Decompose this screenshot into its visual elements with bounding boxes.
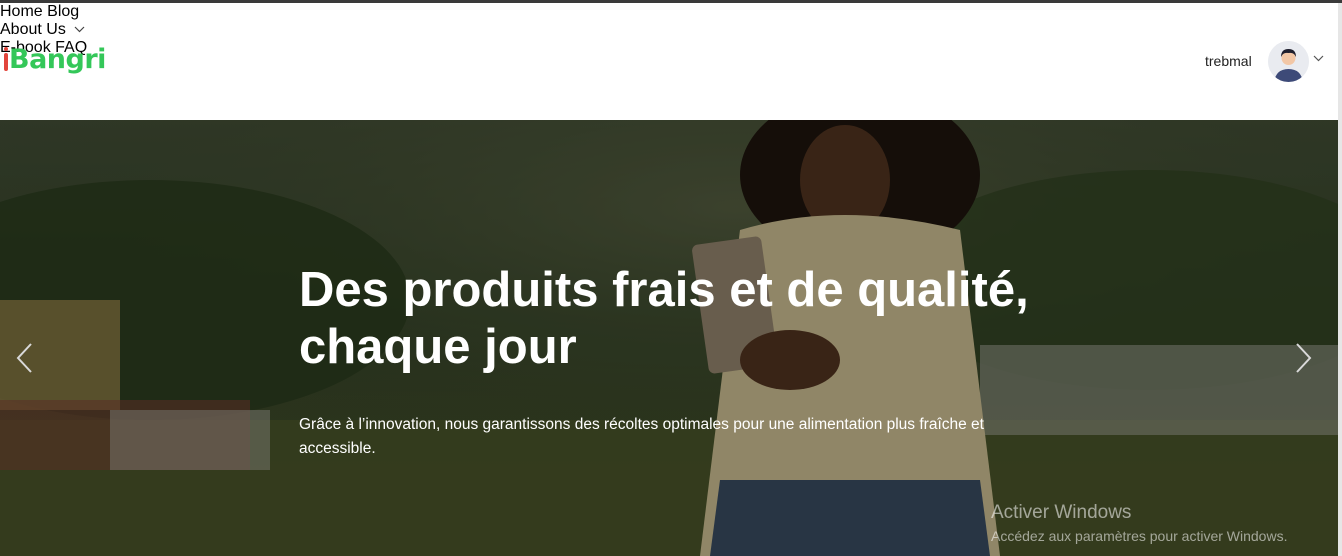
logo-bar [4, 53, 8, 71]
chevron-left-icon[interactable] [14, 342, 36, 374]
user-name[interactable]: trebmal [1205, 53, 1252, 69]
nav-about-us[interactable]: About Us [0, 21, 1338, 39]
user-avatar-icon[interactable] [1268, 41, 1309, 82]
watermark-subtitle: Accédez aux paramètres pour activer Wind… [991, 528, 1288, 544]
user-menu-chevron-icon[interactable] [1313, 55, 1324, 62]
hero-slider: Des produits frais et de qualité, chaque… [0, 120, 1338, 556]
nav-blog[interactable]: Blog [47, 3, 79, 20]
hero-subtitle: Grâce à l’innovation, nous garantissons … [299, 416, 984, 457]
main-nav: Home Blog About Us E-book FAQ [0, 3, 1338, 57]
page-scrollbar[interactable] [1338, 3, 1342, 556]
site-header: Bangri Home Blog About Us E-book FAQ tre… [0, 3, 1338, 120]
chevron-down-icon [74, 26, 85, 33]
hero-title: Des produits frais et de qualité, chaque… [299, 263, 1029, 374]
nav-home[interactable]: Home [0, 3, 43, 20]
logo-dot [4, 47, 8, 51]
chevron-right-icon[interactable] [1292, 342, 1314, 374]
nav-about-us-label: About Us [0, 21, 66, 38]
watermark-title: Activer Windows [991, 502, 1132, 523]
windows-activation-watermark: Activer Windows Accédez aux paramètres p… [991, 501, 1287, 547]
logo-text: Bangri [9, 44, 106, 75]
